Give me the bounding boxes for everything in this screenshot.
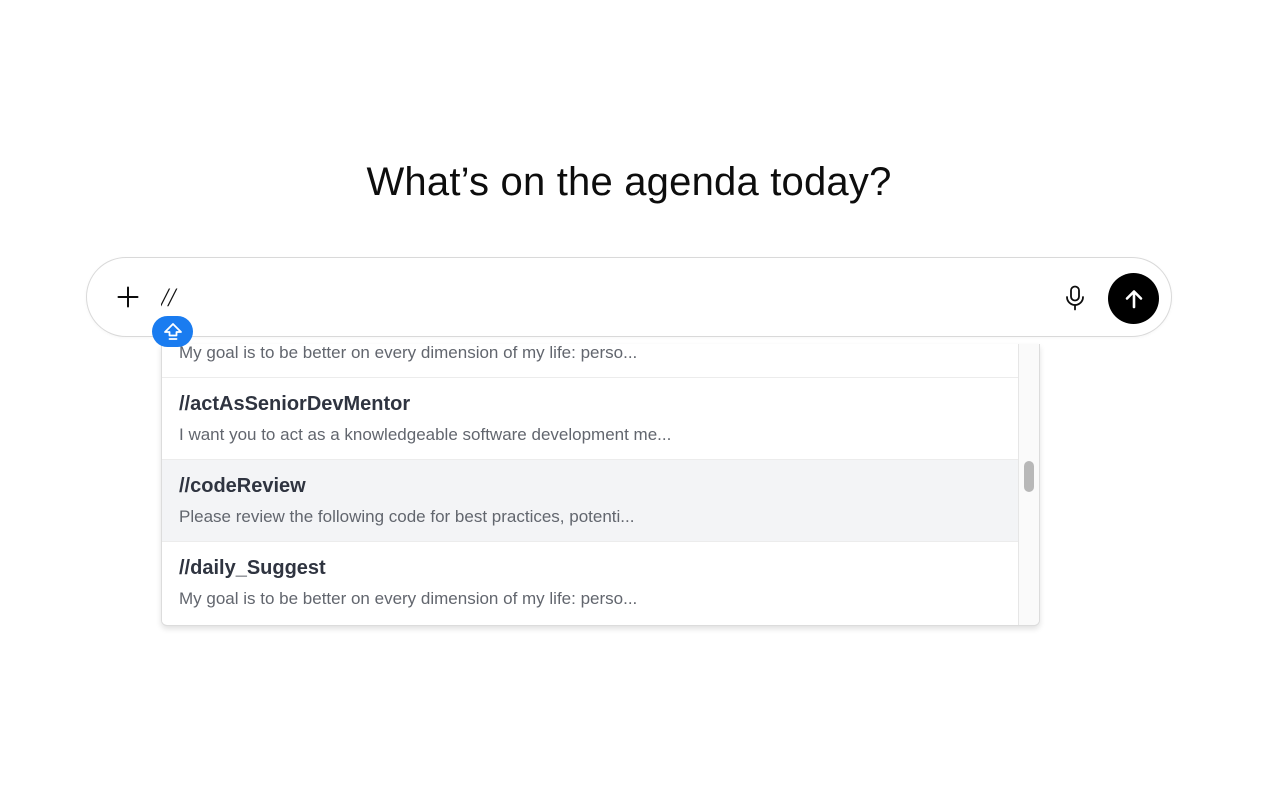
suggestion-name: //actAsSeniorDevMentor: [179, 393, 411, 415]
arrow-up-icon: [1125, 289, 1142, 308]
shift-key-icon: [163, 322, 182, 340]
microphone-icon: [1066, 285, 1084, 311]
plus-icon: [117, 286, 139, 308]
suggestion-item-highlighted[interactable]: //codeReview Please review the following…: [162, 460, 1018, 542]
send-button[interactable]: [1108, 273, 1159, 324]
suggestion-description: My goal is to be better on every dimensi…: [179, 344, 638, 362]
suggestion-item[interactable]: My goal is to be better on every dimensi…: [162, 344, 1018, 378]
page-title: What’s on the agenda today?: [366, 160, 892, 204]
shift-key-badge: [152, 316, 193, 347]
suggestion-description: I want you to act as a knowledgeable sof…: [179, 425, 672, 444]
page: What’s on the agenda today? // My goal i…: [0, 0, 1280, 800]
prompt-composer: [86, 257, 1172, 337]
prompt-input[interactable]: [161, 280, 1021, 316]
prompt-suggestions-dropdown: My goal is to be better on every dimensi…: [161, 344, 1040, 626]
attach-button[interactable]: [109, 278, 147, 316]
voice-input-button[interactable]: [1057, 280, 1093, 316]
suggestion-description: My goal is to be better on every dimensi…: [179, 589, 638, 608]
suggestion-description: Please review the following code for bes…: [179, 507, 635, 526]
suggestion-item[interactable]: //actAsSeniorDevMentor I want you to act…: [162, 378, 1018, 460]
scrollbar-thumb[interactable]: [1024, 461, 1034, 492]
suggestion-name: //daily_Suggest: [179, 557, 326, 579]
suggestions-list: My goal is to be better on every dimensi…: [162, 344, 1018, 624]
suggestion-item[interactable]: //daily_Suggest My goal is to be better …: [162, 542, 1018, 624]
dropdown-scrollbar[interactable]: [1018, 344, 1039, 625]
suggestion-name: //codeReview: [179, 475, 306, 497]
